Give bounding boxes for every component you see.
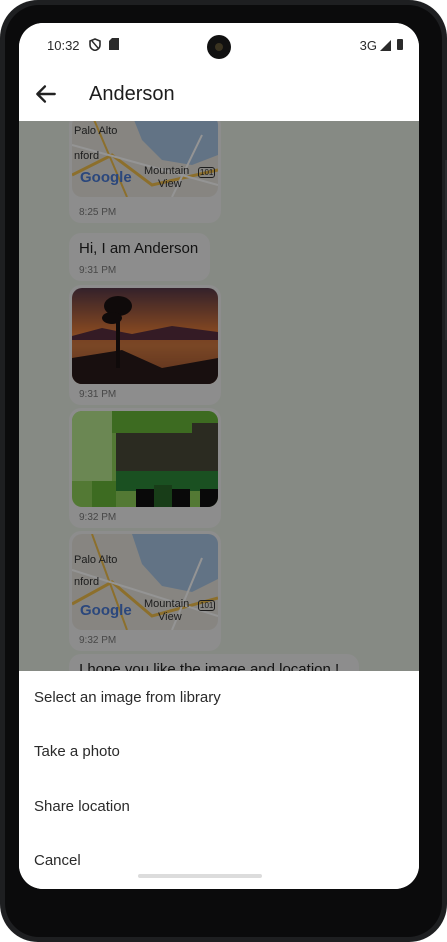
front-camera: [207, 35, 231, 59]
back-arrow-icon[interactable]: [33, 81, 59, 107]
action-sheet: Select an image from library Take a phot…: [19, 671, 419, 889]
battery-icon: [397, 39, 403, 50]
sim-card-icon: [109, 38, 119, 50]
cancel-option[interactable]: Cancel: [34, 846, 404, 876]
signal-icon: [380, 40, 391, 51]
share-location-option[interactable]: Share location: [34, 792, 404, 822]
app-bar: Anderson: [19, 67, 419, 121]
status-bar: 10:32 3G: [19, 23, 419, 67]
chat-title: Anderson: [89, 83, 175, 105]
network-type: 3G: [359, 38, 377, 53]
status-time: 10:32: [47, 38, 80, 53]
take-photo-option[interactable]: Take a photo: [34, 737, 404, 767]
gesture-bar[interactable]: [138, 874, 262, 878]
select-image-option[interactable]: Select an image from library: [34, 683, 404, 713]
screen: 10:32 3G Anderson Palo Alto nford Mounta…: [19, 23, 419, 889]
shield-icon: [89, 38, 101, 51]
phone-frame: 10:32 3G Anderson Palo Alto nford Mounta…: [0, 0, 447, 942]
modal-scrim[interactable]: [19, 121, 419, 671]
